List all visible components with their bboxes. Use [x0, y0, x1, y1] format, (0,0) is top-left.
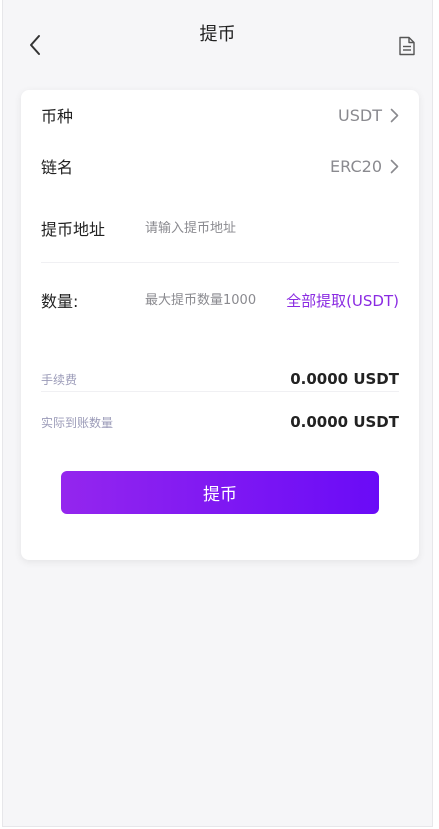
- currency-selector[interactable]: USDT: [338, 106, 399, 125]
- page-title: 提币: [199, 24, 236, 45]
- header: 提币: [3, 0, 432, 88]
- actual-amount-row: 实际到账数量 0.0000 USDT: [41, 411, 399, 433]
- amount-label: 数量:: [41, 292, 79, 311]
- chain-value: ERC20: [330, 156, 382, 176]
- address-label: 提币地址: [41, 220, 106, 239]
- fee-value: 0.0000 USDT: [290, 370, 399, 388]
- address-input[interactable]: [145, 220, 399, 236]
- chevron-right-icon: [390, 159, 399, 174]
- actual-amount-label: 实际到账数量: [41, 415, 114, 430]
- divider: [41, 391, 399, 392]
- withdraw-card: 币种 USDT 链名 ERC20 提币地址 数量:: [21, 90, 419, 560]
- chain-label: 链名: [41, 158, 74, 177]
- fee-row: 手续费 0.0000 USDT: [41, 368, 399, 390]
- submit-withdraw-button[interactable]: 提币: [61, 471, 379, 514]
- fee-label: 手续费: [41, 372, 78, 387]
- currency-label: 币种: [41, 107, 74, 126]
- chevron-right-icon: [390, 108, 399, 123]
- chain-row[interactable]: 链名 ERC20: [41, 155, 399, 177]
- address-row: 提币地址: [41, 217, 399, 239]
- document-icon: [399, 36, 415, 56]
- amount-input[interactable]: [145, 292, 273, 308]
- amount-row: 数量: 全部提取(USDT): [41, 289, 399, 312]
- currency-value: USDT: [338, 105, 382, 125]
- actual-amount-value: 0.0000 USDT: [290, 413, 399, 431]
- divider: [41, 262, 399, 263]
- chain-selector[interactable]: ERC20: [330, 157, 399, 176]
- currency-row[interactable]: 币种 USDT: [41, 104, 399, 126]
- record-button[interactable]: [396, 34, 418, 58]
- app-frame: 提币 币种 USDT 链名 ERC20 提币地址 请输入提币地址 数量: 最大提…: [2, 0, 433, 827]
- withdraw-all-button[interactable]: 全部提取(USDT): [286, 290, 399, 311]
